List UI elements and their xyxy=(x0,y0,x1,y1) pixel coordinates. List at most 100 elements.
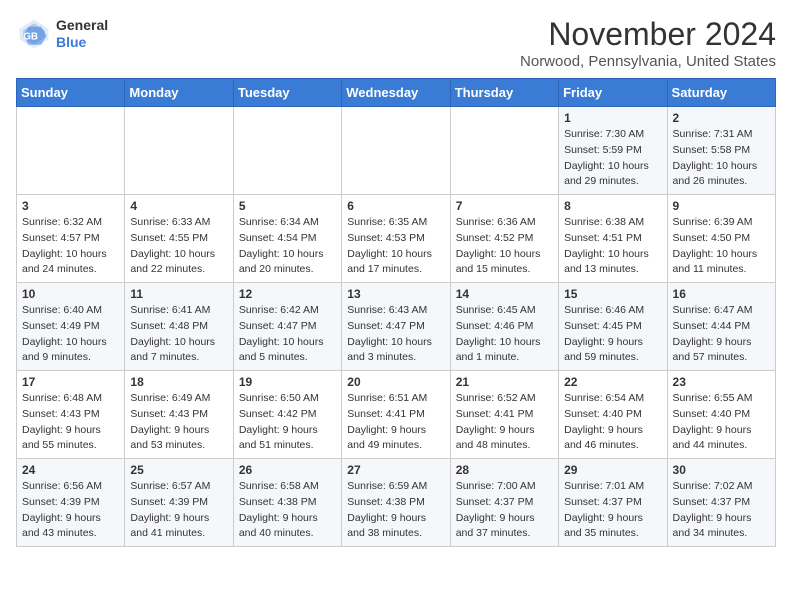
title-block: November 2024 Norwood, Pennsylvania, Uni… xyxy=(520,16,776,70)
day-number: 2 xyxy=(673,111,770,125)
day-number: 13 xyxy=(347,287,444,301)
day-info: Sunrise: 6:41 AM Sunset: 4:48 PM Dayligh… xyxy=(130,303,227,366)
day-info: Sunrise: 6:50 AM Sunset: 4:42 PM Dayligh… xyxy=(239,391,336,454)
calendar-cell: 8Sunrise: 6:38 AM Sunset: 4:51 PM Daylig… xyxy=(559,195,667,283)
day-number: 27 xyxy=(347,463,444,477)
day-number: 9 xyxy=(673,199,770,213)
day-number: 4 xyxy=(130,199,227,213)
month-title: November 2024 xyxy=(520,16,776,53)
day-number: 14 xyxy=(456,287,553,301)
day-info: Sunrise: 7:31 AM Sunset: 5:58 PM Dayligh… xyxy=(673,127,770,190)
calendar-cell: 21 Sunrise: 6:52 AM Sunset: 4:41 PM Dayli… xyxy=(450,371,558,459)
calendar-cell: 1Sunrise: 7:30 AM Sunset: 5:59 PM Daylig… xyxy=(559,107,667,195)
day-info: Sunrise: 6:51 AM Sunset: 4:41 PM Dayligh… xyxy=(347,391,444,454)
calendar-cell xyxy=(17,107,125,195)
day-info: Sunrise: 6:55 AM Sunset: 4:40 PM Dayligh… xyxy=(673,391,770,454)
day-number: 30 xyxy=(673,463,770,477)
weekday-header-row: SundayMondayTuesdayWednesdayThursdayFrid… xyxy=(17,79,776,107)
calendar-week-1: 1Sunrise: 7:30 AM Sunset: 5:59 PM Daylig… xyxy=(17,107,776,195)
logo: GB General Blue xyxy=(16,16,108,52)
day-number: 15 xyxy=(564,287,661,301)
calendar-cell xyxy=(125,107,233,195)
calendar-cell: 29 Sunrise: 7:01 AM Sunset: 4:37 PM Dayli… xyxy=(559,459,667,547)
calendar-week-2: 3 Sunrise: 6:32 AM Sunset: 4:57 PM Daylig… xyxy=(17,195,776,283)
calendar-cell: 22 Sunrise: 6:54 AM Sunset: 4:40 PM Dayli… xyxy=(559,371,667,459)
calendar-cell: 14 Sunrise: 6:45 AM Sunset: 4:46 PM Dayli… xyxy=(450,283,558,371)
calendar-cell: 28Sunrise: 7:00 AM Sunset: 4:37 PM Dayli… xyxy=(450,459,558,547)
day-number: 21 xyxy=(456,375,553,389)
calendar-cell: 10Sunrise: 6:40 AM Sunset: 4:49 PM Dayli… xyxy=(17,283,125,371)
day-number: 28 xyxy=(456,463,553,477)
calendar-table: SundayMondayTuesdayWednesdayThursdayFrid… xyxy=(16,78,776,547)
day-number: 17 xyxy=(22,375,119,389)
day-number: 22 xyxy=(564,375,661,389)
calendar-week-3: 10Sunrise: 6:40 AM Sunset: 4:49 PM Dayli… xyxy=(17,283,776,371)
weekday-header-sunday: Sunday xyxy=(17,79,125,107)
calendar-cell: 30 Sunrise: 7:02 AM Sunset: 4:37 PM Dayli… xyxy=(667,459,775,547)
calendar-cell xyxy=(233,107,341,195)
day-info: Sunrise: 6:42 AM Sunset: 4:47 PM Dayligh… xyxy=(239,303,336,366)
day-number: 11 xyxy=(130,287,227,301)
day-number: 10 xyxy=(22,287,119,301)
calendar-cell: 11 Sunrise: 6:41 AM Sunset: 4:48 PM Dayli… xyxy=(125,283,233,371)
day-info: Sunrise: 6:33 AM Sunset: 4:55 PM Dayligh… xyxy=(130,215,227,278)
day-number: 3 xyxy=(22,199,119,213)
day-info: Sunrise: 6:54 AM Sunset: 4:40 PM Dayligh… xyxy=(564,391,661,454)
calendar-cell: 15Sunrise: 6:46 AM Sunset: 4:45 PM Dayli… xyxy=(559,283,667,371)
weekday-header-tuesday: Tuesday xyxy=(233,79,341,107)
weekday-header-wednesday: Wednesday xyxy=(342,79,450,107)
day-info: Sunrise: 6:57 AM Sunset: 4:39 PM Dayligh… xyxy=(130,479,227,542)
day-info: Sunrise: 6:39 AM Sunset: 4:50 PM Dayligh… xyxy=(673,215,770,278)
day-info: Sunrise: 6:49 AM Sunset: 4:43 PM Dayligh… xyxy=(130,391,227,454)
day-info: Sunrise: 6:45 AM Sunset: 4:46 PM Dayligh… xyxy=(456,303,553,366)
calendar-cell: 13 Sunrise: 6:43 AM Sunset: 4:47 PM Dayli… xyxy=(342,283,450,371)
calendar-cell: 12 Sunrise: 6:42 AM Sunset: 4:47 PM Dayli… xyxy=(233,283,341,371)
weekday-header-saturday: Saturday xyxy=(667,79,775,107)
day-info: Sunrise: 6:43 AM Sunset: 4:47 PM Dayligh… xyxy=(347,303,444,366)
calendar-cell: 2 Sunrise: 7:31 AM Sunset: 5:58 PM Daylig… xyxy=(667,107,775,195)
calendar-cell: 5 Sunrise: 6:34 AM Sunset: 4:54 PM Daylig… xyxy=(233,195,341,283)
logo-icon: GB xyxy=(16,16,52,52)
location: Norwood, Pennsylvania, United States xyxy=(520,53,776,70)
calendar-cell: 6 Sunrise: 6:35 AM Sunset: 4:53 PM Daylig… xyxy=(342,195,450,283)
calendar-cell: 7 Sunrise: 6:36 AM Sunset: 4:52 PM Daylig… xyxy=(450,195,558,283)
day-info: Sunrise: 6:32 AM Sunset: 4:57 PM Dayligh… xyxy=(22,215,119,278)
day-info: Sunrise: 6:36 AM Sunset: 4:52 PM Dayligh… xyxy=(456,215,553,278)
day-number: 7 xyxy=(456,199,553,213)
day-number: 24 xyxy=(22,463,119,477)
day-number: 8 xyxy=(564,199,661,213)
day-info: Sunrise: 6:47 AM Sunset: 4:44 PM Dayligh… xyxy=(673,303,770,366)
calendar-cell: 4 Sunrise: 6:33 AM Sunset: 4:55 PM Daylig… xyxy=(125,195,233,283)
day-info: Sunrise: 7:02 AM Sunset: 4:37 PM Dayligh… xyxy=(673,479,770,542)
calendar-week-5: 24Sunrise: 6:56 AM Sunset: 4:39 PM Dayli… xyxy=(17,459,776,547)
calendar-cell: 17 Sunrise: 6:48 AM Sunset: 4:43 PM Dayli… xyxy=(17,371,125,459)
day-number: 1 xyxy=(564,111,661,125)
day-info: Sunrise: 6:52 AM Sunset: 4:41 PM Dayligh… xyxy=(456,391,553,454)
logo-blue: Blue xyxy=(56,34,86,50)
calendar-cell: 27 Sunrise: 6:59 AM Sunset: 4:38 PM Dayli… xyxy=(342,459,450,547)
calendar-cell: 18 Sunrise: 6:49 AM Sunset: 4:43 PM Dayli… xyxy=(125,371,233,459)
day-info: Sunrise: 6:34 AM Sunset: 4:54 PM Dayligh… xyxy=(239,215,336,278)
day-number: 25 xyxy=(130,463,227,477)
day-number: 12 xyxy=(239,287,336,301)
day-info: Sunrise: 6:59 AM Sunset: 4:38 PM Dayligh… xyxy=(347,479,444,542)
calendar-week-4: 17 Sunrise: 6:48 AM Sunset: 4:43 PM Dayli… xyxy=(17,371,776,459)
day-info: Sunrise: 6:35 AM Sunset: 4:53 PM Dayligh… xyxy=(347,215,444,278)
day-number: 5 xyxy=(239,199,336,213)
day-info: Sunrise: 6:48 AM Sunset: 4:43 PM Dayligh… xyxy=(22,391,119,454)
calendar-cell xyxy=(342,107,450,195)
day-number: 6 xyxy=(347,199,444,213)
day-number: 18 xyxy=(130,375,227,389)
day-number: 16 xyxy=(673,287,770,301)
calendar-cell: 16 Sunrise: 6:47 AM Sunset: 4:44 PM Dayli… xyxy=(667,283,775,371)
page-header: GB General Blue November 2024 Norwood, P… xyxy=(16,16,776,70)
day-number: 19 xyxy=(239,375,336,389)
svg-text:GB: GB xyxy=(23,31,38,42)
calendar-cell: 26Sunrise: 6:58 AM Sunset: 4:38 PM Dayli… xyxy=(233,459,341,547)
weekday-header-thursday: Thursday xyxy=(450,79,558,107)
day-number: 29 xyxy=(564,463,661,477)
day-info: Sunrise: 7:01 AM Sunset: 4:37 PM Dayligh… xyxy=(564,479,661,542)
calendar-cell: 9 Sunrise: 6:39 AM Sunset: 4:50 PM Daylig… xyxy=(667,195,775,283)
calendar-cell: 3 Sunrise: 6:32 AM Sunset: 4:57 PM Daylig… xyxy=(17,195,125,283)
calendar-cell: 23Sunrise: 6:55 AM Sunset: 4:40 PM Dayli… xyxy=(667,371,775,459)
